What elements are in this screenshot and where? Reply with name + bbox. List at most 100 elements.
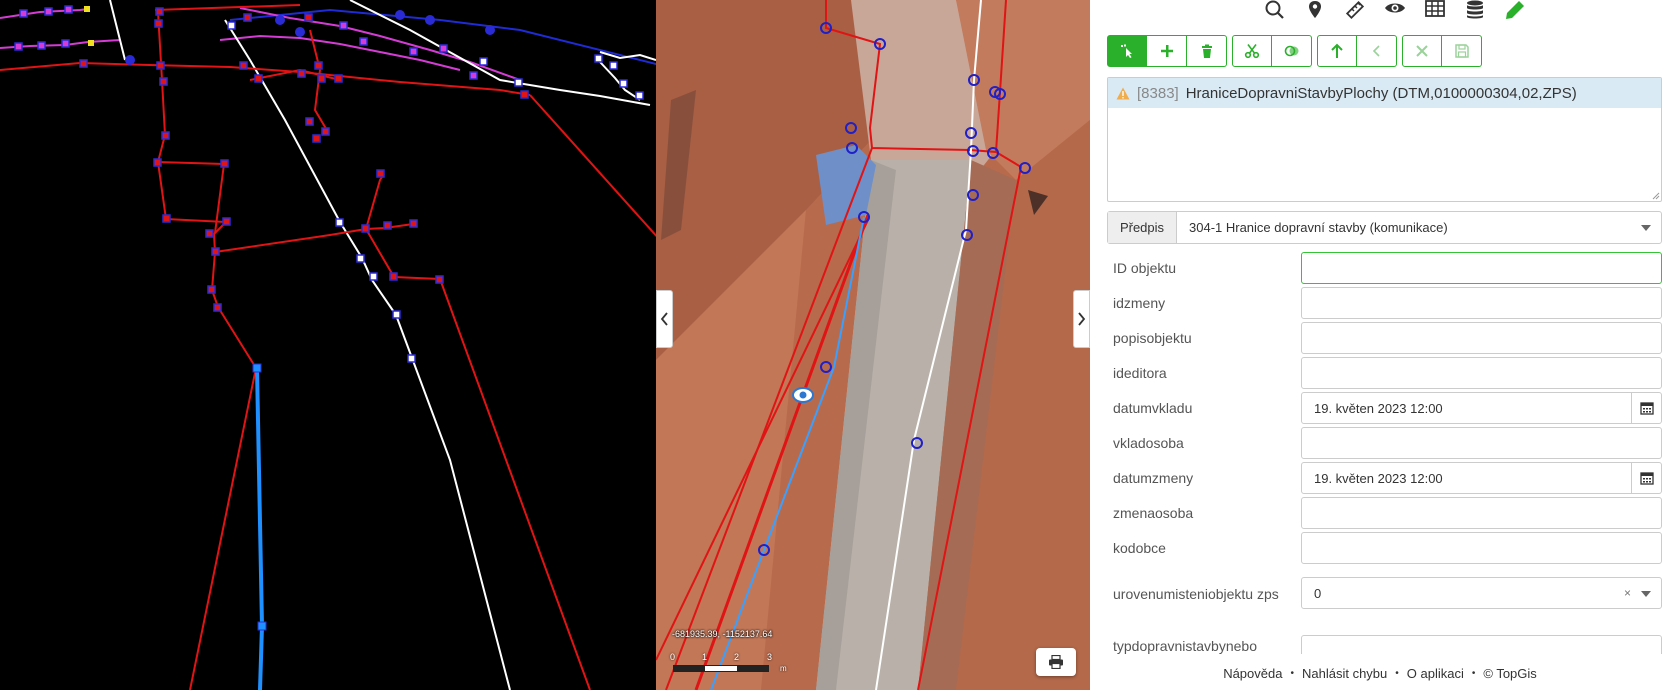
save-button[interactable] (1442, 35, 1482, 67)
field-label: idzmeny (1113, 295, 1166, 311)
trash-icon (1201, 44, 1212, 58)
measure-button[interactable] (1335, 0, 1375, 22)
form-row-idzmeny: idzmeny (1107, 286, 1662, 320)
select-feature-button[interactable] (1107, 35, 1147, 67)
measure-icon (1345, 0, 1365, 20)
field-label: kodobce (1113, 540, 1166, 556)
app: -681935.39, -1152137.64 0 1 2 3 m [8383]… (0, 0, 1670, 690)
kodobce-input[interactable] (1301, 532, 1662, 564)
feature-list-item[interactable]: [8383] HraniceDopravniStavbyPlochy (DTM,… (1108, 78, 1661, 108)
scale-tick-label: 3 (767, 652, 773, 662)
visibility-button[interactable] (1375, 0, 1415, 22)
delete-feature-button[interactable] (1187, 35, 1227, 67)
pencil-icon (1506, 1, 1524, 19)
id-objektu-input[interactable] (1301, 252, 1662, 284)
report-bug-link[interactable]: Nahlásit chybu (1302, 666, 1387, 681)
warning-icon (1116, 87, 1130, 99)
scale-tick-label: 1 (702, 652, 708, 662)
resize-grip-icon[interactable] (1652, 192, 1660, 200)
field-label: datumzmeny (1113, 470, 1194, 486)
chevron-left-icon (1372, 45, 1380, 57)
edit-toolbar (1107, 35, 1482, 67)
urovenumisteniobjektu-select[interactable]: 0 × (1301, 577, 1662, 609)
form-row-id-objektu: ID objektu (1107, 251, 1662, 285)
form-row-typdopravnistavbynebo: typdopravnistavbynebo (1107, 629, 1662, 654)
field-label: typdopravnistavbynebo (1113, 638, 1257, 654)
about-link[interactable]: O aplikaci (1407, 666, 1464, 681)
add-feature-button[interactable] (1147, 35, 1187, 67)
scissors-icon (1244, 44, 1260, 59)
datumzmeny-calendar-button[interactable] (1632, 462, 1662, 494)
arrow-up-icon (1331, 43, 1343, 58)
calendar-icon (1639, 472, 1654, 485)
split-button[interactable] (1232, 35, 1272, 67)
merge-button[interactable] (1272, 35, 1312, 67)
save-icon (1454, 44, 1469, 58)
predpis-dropdown[interactable]: 304-1 Hranice dopravní stavby (komunikac… (1177, 212, 1661, 243)
scale-tick-label: 2 (734, 652, 740, 662)
field-label: ID objektu (1113, 260, 1177, 276)
location-pin-icon (1309, 1, 1321, 18)
layers-button[interactable] (1455, 0, 1495, 22)
print-button[interactable] (1036, 648, 1076, 676)
back-button[interactable] (1357, 35, 1397, 67)
feature-name: HraniceDopravniStavbyPlochy (DTM,0100000… (1185, 84, 1577, 102)
scale-bar: 0 1 2 3 m (670, 652, 790, 673)
popisobjektu-input[interactable] (1301, 322, 1662, 354)
search-icon (1265, 0, 1284, 19)
datumvkladu-input[interactable]: 19. květen 2023 12:00 (1301, 392, 1632, 424)
attribute-form: ID objektu idzmeny popisobjektu ideditor… (1107, 251, 1662, 654)
field-label: ideditora (1113, 365, 1167, 381)
field-label: zmenaosoba (1113, 505, 1194, 521)
form-row-datumvkladu: datumvkladu 19. květen 2023 12:00 (1107, 391, 1662, 425)
field-label: urovenumisteniobjektu zps (1113, 586, 1279, 602)
feature-id: [8383] (1137, 84, 1179, 102)
vector-map[interactable] (0, 0, 656, 690)
idzmeny-input[interactable] (1301, 287, 1662, 319)
scale-tick-label: 0 (670, 652, 676, 662)
zmenaosoba-input[interactable] (1301, 497, 1662, 529)
datumzmeny-input[interactable]: 19. květen 2023 12:00 (1301, 462, 1632, 494)
chevron-right-icon (1078, 312, 1086, 326)
typdopravnistavbynebo-input[interactable] (1301, 635, 1662, 654)
field-label: vkladosoba (1113, 435, 1184, 451)
copyright-link[interactable]: © TopGis (1483, 666, 1536, 681)
footer-separator: • (1395, 667, 1399, 679)
chevron-left-icon (660, 312, 668, 326)
cursor-coordinates: -681935.39, -1152137.64 (672, 629, 773, 639)
predpis-label: Předpis (1108, 212, 1177, 243)
close-icon (1416, 45, 1428, 57)
predpis-select[interactable]: Předpis 304-1 Hranice dopravní stavby (k… (1107, 211, 1662, 244)
form-row-ideditora: ideditora (1107, 356, 1662, 390)
ortho-map[interactable] (656, 0, 1090, 690)
collapse-left-panel-button[interactable] (656, 290, 673, 348)
vkladosoba-input[interactable] (1301, 427, 1662, 459)
main-toolbar (1255, 0, 1535, 22)
datumvkladu-calendar-button[interactable] (1632, 392, 1662, 424)
caret-down-icon (1641, 225, 1651, 231)
form-row-zmenaosoba: zmenaosoba (1107, 496, 1662, 530)
plus-icon (1160, 45, 1173, 57)
cancel-button[interactable] (1402, 35, 1442, 67)
form-row-urovenumisteniobjektu: urovenumisteniobjektu zps 0 × (1107, 569, 1662, 619)
select-icon (1121, 44, 1132, 58)
footer: Nápověda • Nahlásit chybu • O aplikaci •… (1090, 661, 1670, 685)
predpis-value: 304-1 Hranice dopravní stavby (komunikac… (1189, 220, 1448, 235)
scale-bar-graphic (673, 665, 769, 672)
table-icon (1425, 0, 1445, 17)
form-row-vkladosoba: vkladosoba (1107, 426, 1662, 460)
edit-button[interactable] (1495, 0, 1535, 22)
move-up-button[interactable] (1317, 35, 1357, 67)
vector-map-canvas[interactable] (0, 0, 656, 690)
search-button[interactable] (1255, 0, 1295, 22)
location-button[interactable] (1295, 0, 1335, 22)
feature-list[interactable]: [8383] HraniceDopravniStavbyPlochy (DTM,… (1107, 77, 1662, 202)
merge-icon (1284, 45, 1298, 57)
eye-marker-icon (792, 387, 814, 403)
ortho-map-canvas[interactable] (656, 0, 1090, 690)
ideditora-input[interactable] (1301, 357, 1662, 389)
collapse-right-panel-button[interactable] (1073, 290, 1090, 348)
help-link[interactable]: Nápověda (1223, 666, 1282, 681)
table-button[interactable] (1415, 0, 1455, 22)
clear-selection-icon[interactable]: × (1624, 586, 1631, 600)
